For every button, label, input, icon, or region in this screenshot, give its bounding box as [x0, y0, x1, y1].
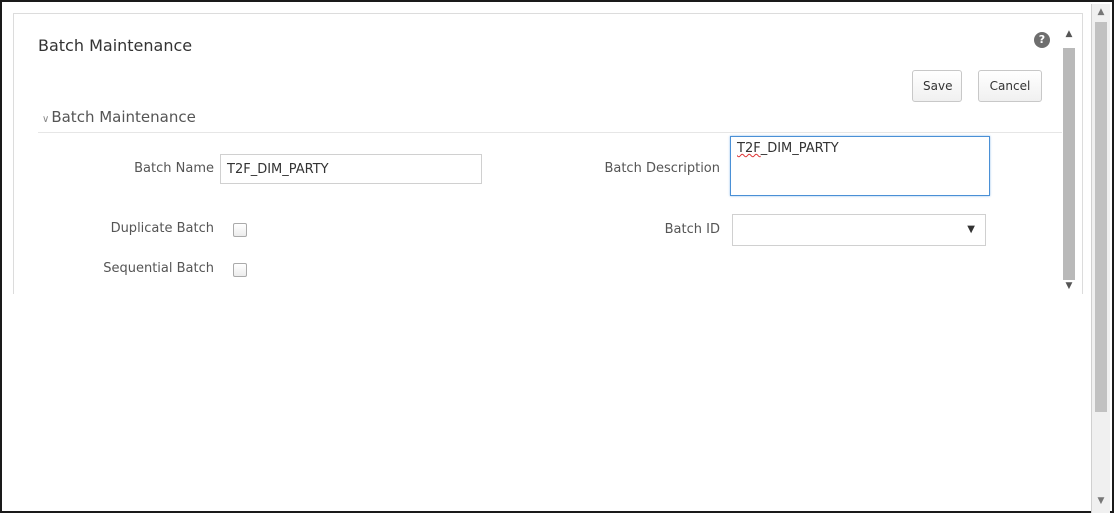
window-frame: Batch Maintenance ? Save Cancel ∨ Batch M…: [0, 0, 1114, 513]
save-button[interactable]: Save: [912, 70, 962, 102]
section-header[interactable]: ∨ Batch Maintenance: [42, 108, 196, 126]
sequential-batch-label: Sequential Batch: [103, 261, 214, 276]
batch-id-select[interactable]: ▼: [732, 214, 986, 246]
batch-id-label: Batch ID: [664, 222, 720, 237]
duplicate-batch-label: Duplicate Batch: [110, 221, 214, 236]
section-title: Batch Maintenance: [51, 108, 196, 126]
batch-name-input[interactable]: T2F_DIM_PARTY: [220, 154, 482, 184]
panel-scrollbar[interactable]: ▲ ▼: [1062, 28, 1076, 292]
description-text: _DIM_PARTY: [760, 141, 839, 156]
caret-down-icon: ▼: [967, 224, 975, 235]
panel-scroll-thumb[interactable]: [1063, 48, 1075, 280]
arrow-up-icon[interactable]: ▲: [1092, 4, 1110, 20]
batch-description-label: Batch Description: [604, 161, 720, 176]
batch-description-textarea[interactable]: T2F_DIM_PARTY: [730, 136, 990, 196]
cancel-button[interactable]: Cancel: [978, 70, 1042, 102]
arrow-down-icon[interactable]: ▼: [1092, 493, 1110, 509]
chevron-down-icon[interactable]: ∨: [42, 114, 49, 125]
help-icon[interactable]: ?: [1034, 32, 1050, 48]
page-scroll-thumb[interactable]: [1095, 22, 1107, 412]
section-divider: [38, 132, 1062, 133]
arrow-down-icon[interactable]: ▼: [1062, 280, 1076, 292]
arrow-up-icon[interactable]: ▲: [1062, 28, 1076, 40]
duplicate-batch-checkbox[interactable]: [233, 223, 247, 237]
batch-name-label: Batch Name: [134, 161, 214, 176]
spellcheck-word: T2F: [737, 141, 761, 156]
page-title: Batch Maintenance: [38, 36, 193, 55]
page-scrollbar[interactable]: ▲ ▼: [1091, 4, 1110, 513]
batch-maintenance-panel: Batch Maintenance ? Save Cancel ∨ Batch M…: [13, 13, 1083, 294]
sequential-batch-checkbox[interactable]: [233, 263, 247, 277]
